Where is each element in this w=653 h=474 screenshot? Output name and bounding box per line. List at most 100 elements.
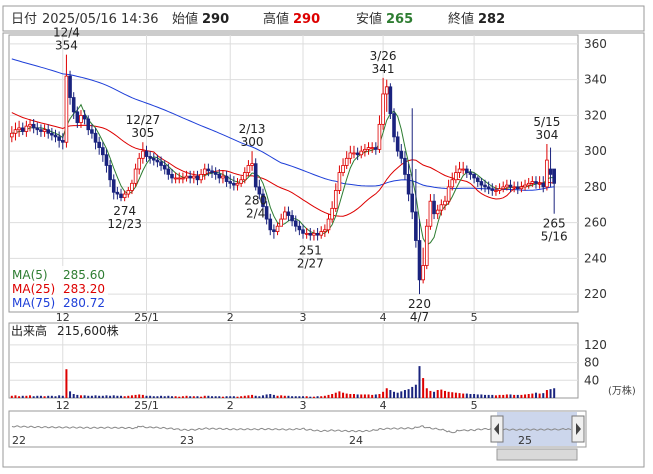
header-low-label: 安値 <box>356 11 382 27</box>
volume-label: 出来高 <box>11 323 47 338</box>
price-tick-320: 320 <box>584 108 607 122</box>
candle-body-76 <box>286 211 291 216</box>
volume-bar-82 <box>309 396 312 398</box>
volume-bar-100 <box>374 394 377 398</box>
candle-body-92 <box>344 157 349 166</box>
volume-bar-79 <box>298 396 301 398</box>
candle-body-139 <box>515 186 520 190</box>
volume-bar-85 <box>320 396 323 398</box>
volume-bar-112 <box>418 366 421 398</box>
volume-bar-129 <box>480 394 483 398</box>
volume-bar-93 <box>349 394 352 398</box>
volume-bar-62 <box>236 396 239 398</box>
candle-body-2 <box>17 127 21 131</box>
volume-bar-114 <box>425 388 428 398</box>
volume-bar-25 <box>101 395 104 398</box>
candle-body-59 <box>224 175 229 182</box>
annotation-8-first: 5/15 <box>533 115 560 129</box>
candle-body-123 <box>457 168 462 174</box>
candle-body-75 <box>283 211 287 220</box>
volume-xtick-2: 2 <box>227 399 234 412</box>
candle-body-7 <box>35 127 40 131</box>
navigator-right-handle[interactable] <box>571 415 585 443</box>
navigator-label-22: 22 <box>12 434 26 447</box>
candle-body-33 <box>130 182 134 191</box>
volume-bar-27 <box>109 395 112 398</box>
volume-bar-137 <box>509 394 512 398</box>
annotation-6-second: 341 <box>372 62 395 76</box>
volume-bar-138 <box>513 394 516 398</box>
candle-body-98 <box>366 147 371 150</box>
price-tick-260: 260 <box>584 216 607 230</box>
volume-bar-6 <box>32 396 35 398</box>
candle-body-142 <box>526 182 531 186</box>
annotation-7-second: 4/7 <box>410 310 429 324</box>
annotation-7-first: 220 <box>408 297 431 311</box>
candle-body-125 <box>465 168 469 174</box>
candle-body-32 <box>126 190 131 195</box>
annotation-9-second: 5/16 <box>541 230 568 244</box>
candle-body-64 <box>242 172 247 181</box>
candle-body-61 <box>232 182 236 186</box>
candle-body-43 <box>166 168 171 175</box>
candle-body-145 <box>537 182 542 185</box>
volume-bar-74 <box>280 395 283 398</box>
candle-body-10 <box>46 129 51 134</box>
navigator-left-handle[interactable] <box>490 415 504 443</box>
candle-body-106 <box>395 136 400 152</box>
annotation-4-first: 2/13 <box>239 122 266 136</box>
volume-bar-105 <box>393 391 396 398</box>
annotation-0-second: 354 <box>55 39 78 53</box>
volume-bar-97 <box>363 394 366 398</box>
volume-bar-14 <box>61 395 64 398</box>
volume-bar-146 <box>542 393 545 398</box>
candle-body-15 <box>64 75 69 143</box>
header-close-value: 282 <box>478 12 505 27</box>
volume-bar-119 <box>443 390 446 398</box>
navigator-scrollbar[interactable] <box>496 448 578 461</box>
price-tick-220: 220 <box>584 287 607 301</box>
candle-body-34 <box>133 168 138 184</box>
candle-body-25 <box>101 147 105 156</box>
navigator-label-23: 23 <box>180 434 194 447</box>
candle-body-67 <box>253 163 258 188</box>
candle-body-149 <box>552 168 556 184</box>
candle-body-93 <box>348 152 353 159</box>
candle-body-54 <box>206 168 211 172</box>
candle-body-85 <box>319 231 324 236</box>
candle-body-147 <box>545 159 549 188</box>
volume-bar-98 <box>367 394 370 398</box>
price-xtick-0: 12 <box>56 311 70 324</box>
volume-bar-13 <box>58 395 61 398</box>
candle-body-41 <box>159 161 163 166</box>
volume-bar-18 <box>76 394 79 398</box>
candle-body-74 <box>279 218 283 227</box>
legend-ma25-label: MA(25) <box>12 282 55 296</box>
volume-bar-103 <box>385 388 388 398</box>
volume-bar-102 <box>382 391 385 398</box>
volume-bar-47 <box>181 396 184 398</box>
volume-bar-131 <box>487 394 490 398</box>
volume-bar-134 <box>498 394 501 398</box>
candle-body-127 <box>472 173 476 179</box>
volume-bar-36 <box>141 394 144 398</box>
candle-body-129 <box>479 181 484 186</box>
volume-bar-148 <box>549 389 552 398</box>
legend-ma5-value: 285.60 <box>63 268 105 282</box>
volume-bar-41 <box>160 395 163 398</box>
legend-ma75-value: 280.72 <box>63 296 105 310</box>
annotation-4-second: 300 <box>241 135 264 149</box>
candle-body-16 <box>68 75 72 98</box>
candle-body-117 <box>435 209 440 215</box>
volume-bar-83 <box>312 396 315 398</box>
candle-body-130 <box>483 184 487 188</box>
candle-body-48 <box>184 175 189 179</box>
candle-body-84 <box>315 232 320 236</box>
volume-bar-128 <box>476 394 479 398</box>
candle-body-56 <box>213 172 218 175</box>
candle-body-38 <box>148 156 152 159</box>
candle-body-57 <box>217 173 222 179</box>
volume-bar-49 <box>189 396 192 398</box>
candle-body-62 <box>235 182 240 186</box>
volume-bar-33 <box>130 395 133 398</box>
